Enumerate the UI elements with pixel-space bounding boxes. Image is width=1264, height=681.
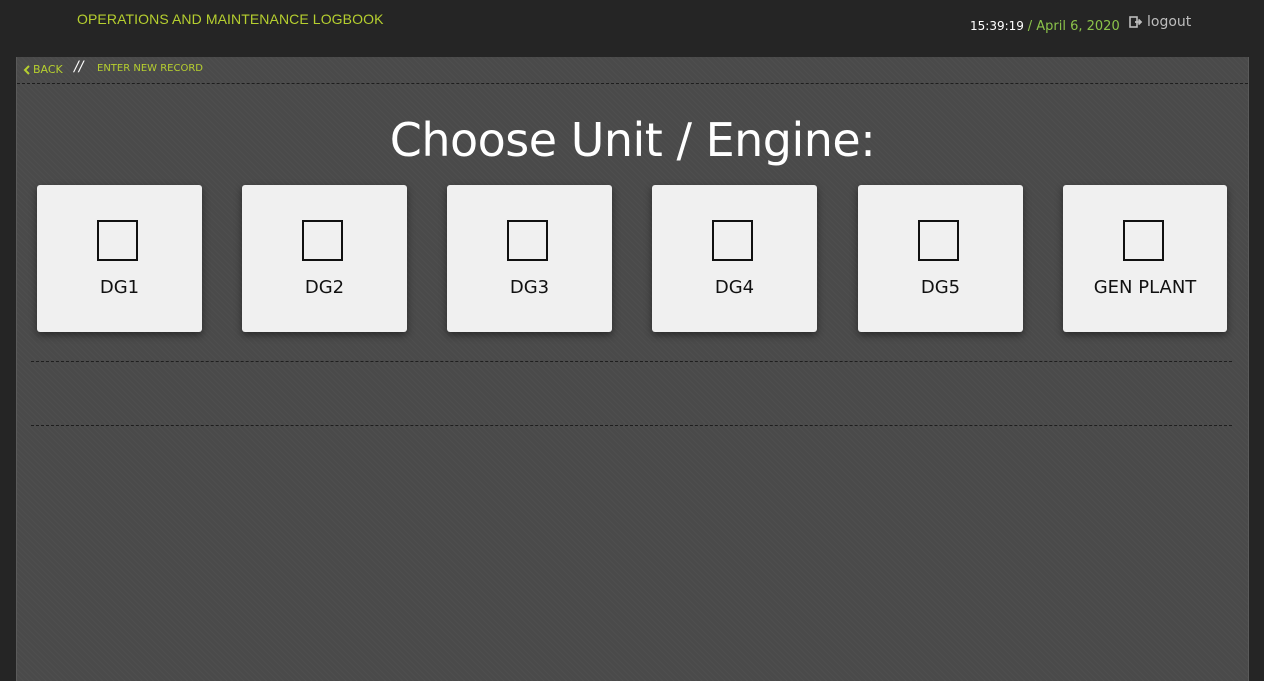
unit-card-dg4[interactable]: DG4 — [652, 185, 817, 332]
breadcrumb: BACK // ENTER NEW RECORD — [17, 57, 1248, 84]
app-title: OPERATIONS AND MAINTENANCE LOGBOOK — [77, 11, 384, 27]
unit-checkbox[interactable] — [97, 220, 138, 261]
clock-time: 15:39:19 — [970, 19, 1024, 33]
unit-checkbox[interactable] — [507, 220, 548, 261]
unit-checkbox[interactable] — [1123, 220, 1164, 261]
back-link[interactable]: BACK — [23, 63, 63, 76]
top-bar: OPERATIONS AND MAINTENANCE LOGBOOK 15:39… — [0, 0, 1264, 57]
unit-label: DG5 — [920, 277, 961, 298]
divider — [31, 425, 1232, 426]
unit-label: DG3 — [509, 277, 550, 298]
unit-checkbox[interactable] — [302, 220, 343, 261]
chevron-left-icon — [23, 64, 30, 75]
main-panel: BACK // ENTER NEW RECORD Choose Unit / E… — [16, 57, 1249, 681]
clock: 15:39:19 / April 6, 2020 — [970, 19, 1120, 34]
divider — [31, 361, 1232, 362]
unit-checkbox[interactable] — [712, 220, 753, 261]
unit-label: GEN PLANT — [1093, 277, 1197, 298]
logout-label: logout — [1147, 14, 1192, 30]
unit-card-dg3[interactable]: DG3 — [447, 185, 612, 332]
logout-link[interactable]: logout — [1129, 14, 1191, 30]
unit-card-dg5[interactable]: DG5 — [858, 185, 1023, 332]
breadcrumb-current: ENTER NEW RECORD — [97, 63, 203, 74]
back-label: BACK — [33, 63, 63, 76]
unit-label: DG1 — [99, 277, 140, 298]
unit-checkbox[interactable] — [918, 220, 959, 261]
clock-date: / April 6, 2020 — [1027, 19, 1120, 34]
page-title: Choose Unit / Engine: — [389, 113, 876, 167]
unit-label: DG2 — [304, 277, 345, 298]
unit-card-dg2[interactable]: DG2 — [242, 185, 407, 332]
unit-card-gen-plant[interactable]: GEN PLANT — [1063, 185, 1227, 332]
breadcrumb-separator: // — [74, 59, 84, 75]
unit-card-dg1[interactable]: DG1 — [37, 185, 202, 332]
unit-label: DG4 — [714, 277, 755, 298]
logout-icon — [1129, 16, 1143, 28]
